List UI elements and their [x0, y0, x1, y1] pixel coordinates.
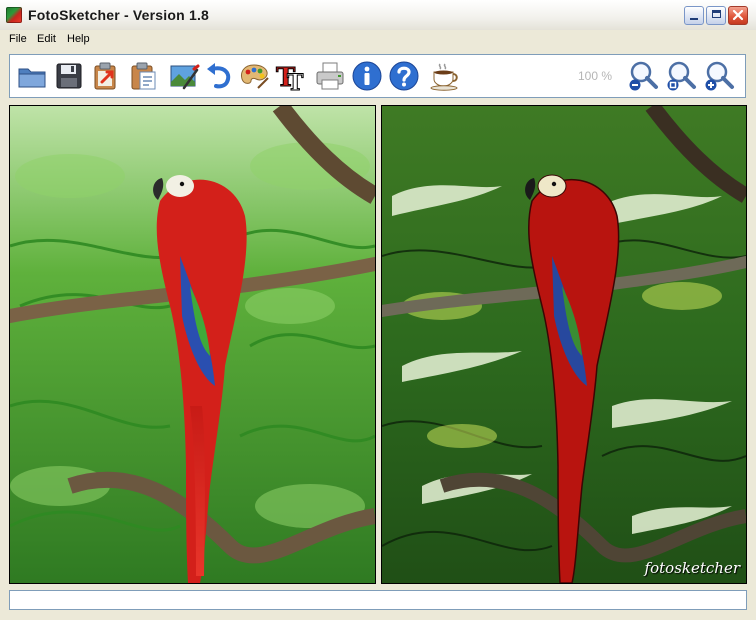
zoom-out-button[interactable] [627, 60, 659, 92]
info-icon [352, 61, 382, 91]
zoom-in-button[interactable] [703, 60, 735, 92]
sketch-watermark: fotosketcher [644, 559, 740, 577]
app-icon [6, 7, 22, 23]
close-button[interactable] [728, 6, 748, 25]
image-effect-icon [170, 64, 200, 90]
printer-icon [316, 62, 344, 90]
undo-button[interactable] [203, 60, 235, 92]
save-disk-icon [56, 63, 82, 89]
copy-to-clipboard-icon [94, 62, 116, 90]
image-effect-button[interactable] [168, 60, 200, 92]
text-tool-icon: T T [276, 63, 305, 97]
maximize-icon [711, 10, 721, 18]
undo-arrow-icon [207, 63, 231, 89]
paste-from-clipboard-icon [131, 62, 156, 90]
minimize-icon [690, 18, 698, 20]
original-photo [10, 106, 375, 583]
window-title: FotoSketcher - Version 1.8 [28, 7, 210, 23]
open-button[interactable] [16, 60, 48, 92]
menu-file[interactable]: File [9, 33, 27, 45]
toolbar: T T 100 % [9, 54, 746, 98]
zoom-in-icon [705, 61, 734, 91]
zoom-reset-icon [667, 61, 696, 91]
title-bar[interactable]: FotoSketcher - Version 1.8 [0, 0, 756, 31]
info-button[interactable] [351, 60, 383, 92]
minimize-button[interactable] [684, 6, 704, 25]
app-window: FotoSketcher - Version 1.8 File Edit Hel… [0, 0, 756, 620]
menu-help[interactable]: Help [67, 33, 90, 45]
help-button[interactable] [388, 60, 420, 92]
menu-bar: File Edit Help [0, 30, 756, 49]
zoom-reset-button[interactable] [665, 60, 697, 92]
text-tool-button[interactable]: T T [275, 60, 307, 97]
sketch-result-image [382, 106, 746, 583]
donate-coffee-button[interactable] [429, 60, 461, 92]
copy-button[interactable] [90, 60, 122, 92]
zoom-out-icon [629, 61, 658, 91]
close-icon [732, 9, 744, 21]
zoom-level: 100 % [578, 69, 613, 83]
paste-button[interactable] [127, 60, 159, 92]
original-image-pane[interactable] [9, 105, 376, 584]
maximize-button[interactable] [706, 6, 726, 25]
palette-button[interactable] [238, 60, 270, 92]
svg-text:T: T [287, 70, 304, 92]
palette-icon [241, 64, 269, 89]
help-icon [389, 61, 419, 91]
coffee-cup-icon [430, 63, 458, 91]
print-button[interactable] [314, 60, 346, 92]
sketch-result-pane[interactable]: fotosketcher [381, 105, 747, 584]
status-bar [9, 590, 747, 610]
open-folder-icon [18, 68, 46, 88]
save-button[interactable] [53, 60, 85, 92]
menu-edit[interactable]: Edit [37, 33, 56, 45]
